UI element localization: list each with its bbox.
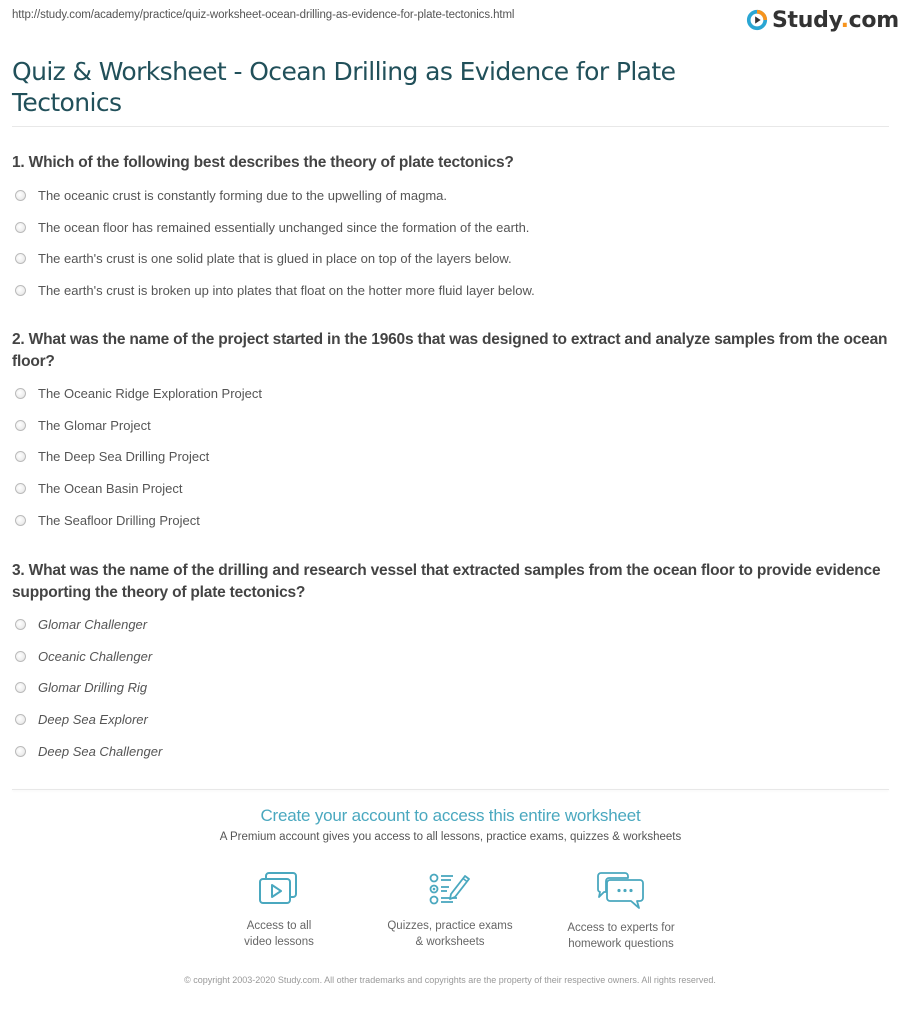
feature-experts: Access to experts for homework questions: [541, 870, 701, 952]
quiz-checklist-icon: [429, 873, 470, 905]
radio-button[interactable]: [15, 745, 26, 757]
option-text: The ocean floor has remained essentially…: [38, 219, 530, 235]
answer-option[interactable]: The earth's crust is one solid plate tha…: [15, 243, 875, 275]
feature-label: Access to experts for homework questions: [541, 920, 701, 952]
option-text: The Oceanic Ridge Exploration Project: [38, 386, 263, 402]
copyright-notice: © copyright 2003-2020 Study.com. All oth…: [184, 975, 716, 985]
answer-option[interactable]: The Deep Sea Drilling Project: [15, 441, 875, 473]
play-circle-icon: [746, 9, 768, 31]
feature-label-line1: Access to experts for: [567, 922, 675, 934]
answer-option[interactable]: The Oceanic Ridge Exploration Project: [15, 378, 875, 410]
radio-button[interactable]: [15, 619, 26, 631]
radio-button[interactable]: [15, 514, 26, 526]
logo-text: Study.com: [772, 8, 899, 33]
answer-option[interactable]: Deep Sea Challenger: [15, 735, 875, 767]
feature-label: Quizzes, practice exams & worksheets: [370, 918, 530, 950]
answer-option[interactable]: Glomar Drilling Rig: [15, 672, 875, 704]
answer-option[interactable]: Glomar Challenger: [15, 609, 875, 641]
cta-divider: [12, 789, 889, 790]
option-text: The Seafloor Drilling Project: [38, 512, 200, 528]
answer-option[interactable]: Deep Sea Explorer: [15, 704, 875, 736]
answer-option[interactable]: The earth's crust is broken up into plat…: [15, 275, 875, 307]
radio-button[interactable]: [15, 483, 26, 495]
answer-option[interactable]: The Glomar Project: [15, 410, 875, 442]
logo-text-dot: .: [840, 7, 849, 33]
question-1: 1. Which of the following best describes…: [12, 154, 514, 171]
option-text: Deep Sea Explorer: [38, 712, 148, 728]
radio-button[interactable]: [15, 221, 26, 233]
answer-option[interactable]: The oceanic crust is constantly forming …: [15, 180, 875, 212]
title-divider: [12, 126, 889, 127]
radio-button[interactable]: [15, 714, 26, 726]
feature-label-line2: video lessons: [244, 936, 314, 948]
option-text: The Glomar Project: [38, 417, 151, 433]
feature-label-line2: homework questions: [568, 938, 674, 950]
option-text: Deep Sea Challenger: [38, 743, 163, 759]
feature-label: Access to all video lessons: [199, 918, 359, 950]
feature-label-line2: & worksheets: [415, 936, 485, 948]
cta-subtitle: A Premium account gives you access to al…: [219, 831, 682, 843]
radio-button[interactable]: [15, 650, 26, 662]
study-logo[interactable]: Study.com: [746, 6, 899, 34]
question-3: 3. What was the name of the drilling and…: [12, 562, 881, 601]
answer-option[interactable]: The Seafloor Drilling Project: [15, 504, 875, 536]
option-text: The earth's crust is broken up into plat…: [38, 283, 535, 299]
option-text: Oceanic Challenger: [38, 648, 153, 664]
feature-label-line1: Quizzes, practice exams: [387, 920, 513, 932]
question-3-options: Glomar Challenger Oceanic Challenger Glo…: [15, 609, 875, 767]
answer-option[interactable]: The ocean floor has remained essentially…: [15, 212, 875, 244]
radio-button[interactable]: [15, 253, 26, 265]
radio-button[interactable]: [15, 285, 26, 297]
feature-label-line1: Access to all: [246, 920, 312, 932]
answer-option[interactable]: The Ocean Basin Project: [15, 473, 875, 505]
question-2: 2. What was the name of the project star…: [12, 331, 888, 370]
cta-title[interactable]: Create your account to access this entir…: [0, 806, 901, 826]
page-url: http://study.com/academy/practice/quiz-w…: [12, 9, 515, 21]
question-1-options: The oceanic crust is constantly forming …: [15, 180, 875, 306]
question-2-options: The Oceanic Ridge Exploration Project Th…: [15, 378, 875, 536]
page-title: Quiz & Worksheet - Ocean Drilling as Evi…: [12, 57, 676, 117]
option-text: The Ocean Basin Project: [38, 481, 183, 497]
radio-button[interactable]: [15, 682, 26, 694]
radio-button[interactable]: [15, 388, 26, 400]
option-text: The Deep Sea Drilling Project: [38, 449, 210, 465]
chat-bubbles-icon: [597, 872, 644, 909]
radio-button[interactable]: [15, 419, 26, 431]
option-text: Glomar Challenger: [38, 617, 148, 633]
radio-button[interactable]: [15, 190, 26, 202]
radio-button[interactable]: [15, 451, 26, 463]
answer-option[interactable]: Oceanic Challenger: [15, 641, 875, 673]
option-text: Glomar Drilling Rig: [38, 680, 148, 696]
feature-quizzes: Quizzes, practice exams & worksheets: [370, 870, 530, 950]
feature-video-lessons: Access to all video lessons: [199, 870, 359, 950]
option-text: The earth's crust is one solid plate tha…: [38, 251, 512, 267]
logo-text-main: Study: [772, 7, 841, 33]
option-text: The oceanic crust is constantly forming …: [38, 188, 447, 204]
video-lessons-icon: [259, 872, 297, 904]
logo-text-tld: com: [848, 7, 899, 33]
